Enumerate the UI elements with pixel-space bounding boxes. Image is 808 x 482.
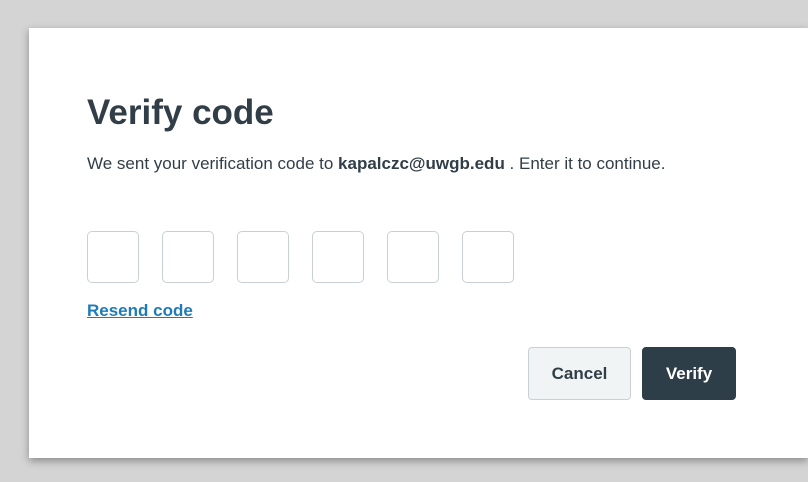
code-digit-2[interactable]: [162, 231, 214, 283]
dialog-title: Verify code: [87, 93, 274, 132]
cancel-button[interactable]: Cancel: [528, 347, 631, 400]
message-prefix: We sent your verification code to: [87, 154, 334, 173]
message-suffix: . Enter it to continue.: [504, 154, 666, 173]
code-digit-6[interactable]: [462, 231, 514, 283]
verify-button[interactable]: Verify: [642, 347, 736, 400]
code-digit-1[interactable]: [87, 231, 139, 283]
resend-code-link[interactable]: Resend code: [87, 301, 193, 321]
verify-code-dialog: Verify code We sent your verification co…: [29, 28, 808, 458]
email-address: kapalczc@uwgb.edu: [338, 154, 505, 173]
code-digit-3[interactable]: [237, 231, 289, 283]
dialog-message: We sent your verification code to kapalc…: [87, 150, 727, 177]
code-digit-4[interactable]: [312, 231, 364, 283]
code-digit-5[interactable]: [387, 231, 439, 283]
